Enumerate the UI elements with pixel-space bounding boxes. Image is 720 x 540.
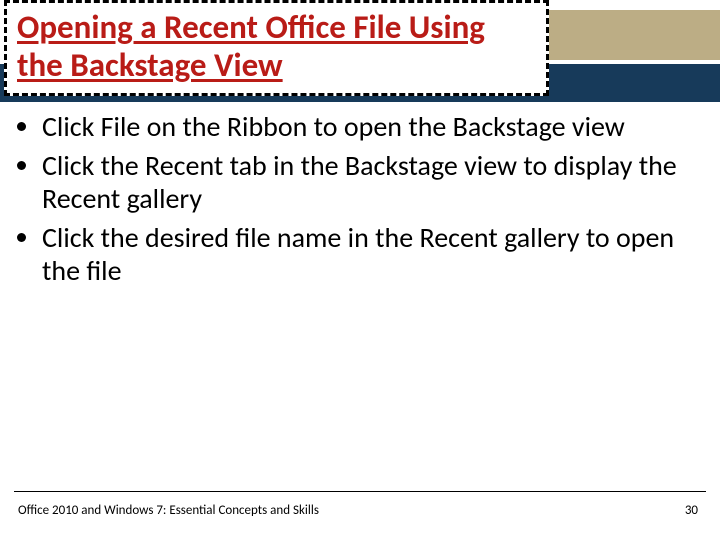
decor-tan-band <box>530 10 720 60</box>
bullet-item: Click the desired file name in the Recen… <box>42 221 706 287</box>
slide: Opening a Recent Office File Using the B… <box>0 0 720 540</box>
footer-rule <box>14 491 706 492</box>
page-number: 30 <box>685 503 698 518</box>
footer-text: Office 2010 and Windows 7: Essential Con… <box>18 503 319 518</box>
bullet-item: Click the Recent tab in the Backstage vi… <box>42 149 706 215</box>
bullet-item: Click File on the Ribbon to open the Bac… <box>42 110 706 143</box>
bullet-list: Click File on the Ribbon to open the Bac… <box>14 110 706 287</box>
slide-title: Opening a Recent Office File Using the B… <box>17 9 536 85</box>
title-box: Opening a Recent Office File Using the B… <box>4 0 549 96</box>
body-content: Click File on the Ribbon to open the Bac… <box>14 110 706 293</box>
